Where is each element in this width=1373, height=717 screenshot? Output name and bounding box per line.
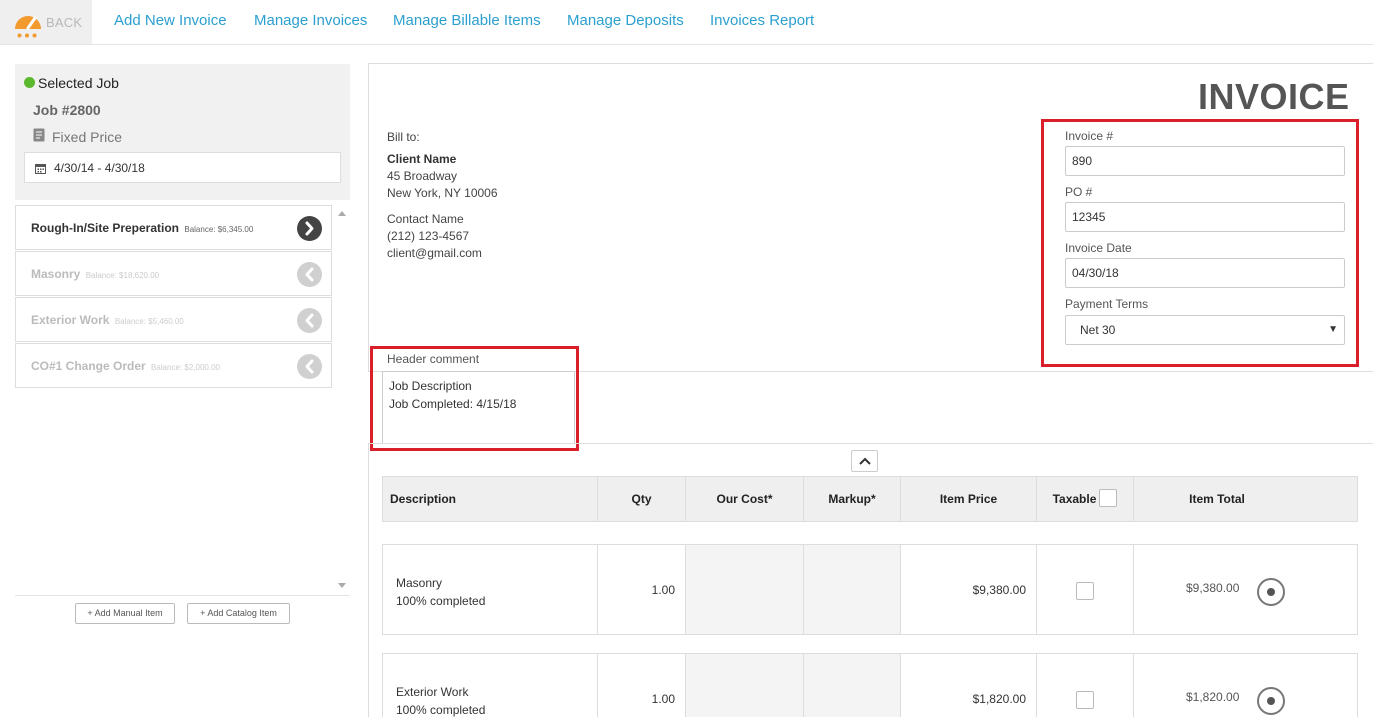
collapse-button[interactable] [851,450,878,472]
item-taxable-checkbox[interactable] [1076,691,1094,709]
chevron-left-icon[interactable] [297,308,322,333]
header-comment-textarea[interactable]: Job Description Job Completed: 4/15/18 [382,371,575,444]
bill-to-label: Bill to: [387,130,420,144]
nav-manage-billable-items[interactable]: Manage Billable Items [393,12,541,29]
dots-icon [17,33,37,38]
selected-job-label: Selected Job [38,75,119,91]
header-comment-line: Job Description [389,379,472,393]
nav-invoices-report[interactable]: Invoices Report [710,12,814,29]
taxable-all-checkbox[interactable] [1099,489,1118,508]
item-total: $9,380.00 [1186,581,1240,595]
col-markup: Markup* [804,477,901,521]
item-description: Masonry [396,576,443,590]
client-address-1: 45 Broadway [387,169,458,183]
contact-phone: (212) 123-4567 [387,229,470,243]
col-taxable: Taxable [1037,477,1134,521]
chevron-up-icon [859,457,871,465]
contact-email: client@gmail.com [387,246,482,260]
table-row: Masonry 100% completed 1.00 $9,380.00 $9… [382,544,1358,635]
item-price: $9,380.00 [972,583,1026,597]
item-select-radio-icon[interactable] [1257,578,1285,606]
phase-balance: Balance: $6,345.00 [184,225,254,234]
col-qty: Qty [598,477,686,521]
payment-terms-value: Net 30 [1080,323,1116,337]
date-range-field[interactable]: 4/30/14 - 4/30/18 [24,152,341,183]
phase-name: Rough-In/Site Preperation [31,221,180,235]
item-progress: 100% completed [396,594,486,608]
status-dot-icon [24,77,35,88]
scroll-up-icon[interactable] [338,211,346,216]
invoice-date-label: Invoice Date [1065,241,1132,255]
divider [15,595,350,596]
table-row: Exterior Work 100% completed 1.00 $1,820… [382,653,1358,717]
item-total: $1,820.00 [1186,690,1240,704]
phase-list: Rough-In/Site Preperation Balance: $6,34… [15,205,332,595]
nav-add-new-invoice[interactable]: Add New Invoice [114,12,227,29]
caret-down-icon: ▼ [1328,324,1338,335]
item-our-cost [686,545,804,634]
item-markup [804,545,901,634]
invoice-number-label: Invoice # [1065,129,1114,143]
payment-terms-select[interactable]: Net 30 ▼ [1065,315,1345,345]
invoice-number-input[interactable]: 890 [1065,146,1345,176]
phase-name: Exterior Work [31,313,110,327]
header-comment-label: Header comment [387,352,480,366]
price-type: Fixed Price [52,129,123,145]
back-button[interactable]: BACK [0,0,92,44]
top-nav: BACK Add New Invoice Manage Invoices Man… [0,0,1373,45]
invoice-title: INVOICE [1198,76,1350,117]
col-item-total: Item Total [1189,492,1245,506]
phase-balance: Balance: $18,620.00 [85,271,160,280]
phase-name: CO#1 Change Order [31,359,146,373]
phase-balance: Balance: $2,000.00 [151,363,220,372]
item-markup [804,654,901,717]
po-number-label: PO # [1065,185,1093,199]
nav-manage-invoices[interactable]: Manage Invoices [254,12,367,29]
phase-item[interactable]: Rough-In/Site Preperation Balance: $6,34… [15,205,332,250]
contact-name: Contact Name [387,212,464,226]
col-our-cost: Our Cost* [686,477,804,521]
table-header: Description Qty Our Cost* Markup* Item P… [382,476,1358,522]
selected-job-panel: Selected Job Job #2800 Fixed Price 4/30/… [15,64,350,200]
calendar-icon [35,164,46,174]
item-qty: 1.00 [651,583,675,597]
add-manual-item-button[interactable]: + Add Manual Item [75,603,175,624]
po-number-input[interactable]: 12345 [1065,202,1345,232]
phase-item[interactable]: Exterior Work Balance: $5,460.00 [15,297,332,342]
scroll-down-icon[interactable] [338,583,346,588]
item-qty: 1.00 [651,692,675,706]
item-taxable-checkbox[interactable] [1076,582,1094,600]
phase-item[interactable]: CO#1 Change Order Balance: $2,000.00 [15,343,332,388]
nav-manage-deposits[interactable]: Manage Deposits [567,12,684,29]
back-label: BACK [46,15,83,30]
phase-list-scrollbar[interactable] [334,205,350,595]
phase-name: Masonry [31,267,81,281]
item-select-radio-icon[interactable] [1257,687,1285,715]
client-address-2: New York, NY 10006 [387,186,498,200]
chevron-right-icon[interactable] [297,216,322,241]
job-number: Job #2800 [33,102,101,118]
invoice-date-input[interactable]: 04/30/18 [1065,258,1345,288]
item-progress: 100% completed [396,703,486,717]
phase-item[interactable]: Masonry Balance: $18,620.00 [15,251,332,296]
col-description: Description [383,477,598,521]
payment-terms-label: Payment Terms [1065,297,1149,311]
item-price: $1,820.00 [972,692,1026,706]
col-taxable-label: Taxable [1052,492,1097,506]
item-description: Exterior Work [396,685,469,699]
header-comment-line: Job Completed: 4/15/18 [389,397,517,411]
chevron-left-icon[interactable] [297,354,322,379]
phase-balance: Balance: $5,460.00 [114,317,184,326]
item-our-cost [686,654,804,717]
speedometer-logo-icon [15,16,41,30]
document-icon [33,128,45,142]
col-item-price: Item Price [901,477,1037,521]
date-range-text: 4/30/14 - 4/30/18 [54,161,145,175]
chevron-left-icon[interactable] [297,262,322,287]
client-name: Client Name [387,152,457,166]
add-catalog-item-button[interactable]: + Add Catalog Item [187,603,290,624]
